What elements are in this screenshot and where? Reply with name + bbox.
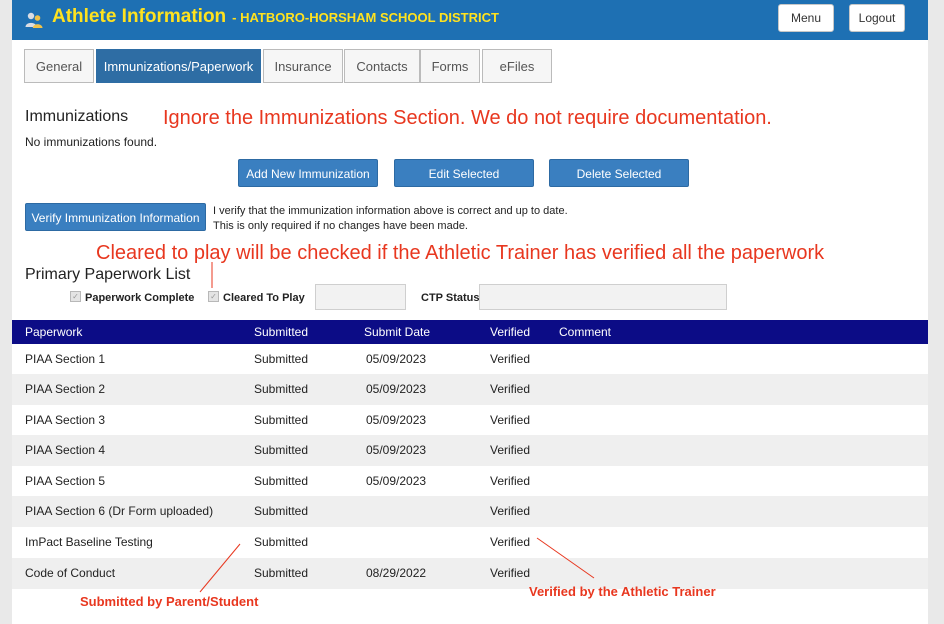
- cell-paperwork: PIAA Section 2: [25, 382, 106, 396]
- submitted-annotation: Submitted by Parent/Student: [80, 594, 259, 609]
- page-frame: Athlete Information - HATBORO-HORSHAM SCH…: [12, 0, 928, 624]
- verify-note-line-1: I verify that the immunization informati…: [213, 205, 568, 217]
- table-row: ImPact Baseline Testing Submitted Verifi…: [12, 527, 928, 558]
- table-row: PIAA Section 6 (Dr Form uploaded) Submit…: [12, 496, 928, 527]
- tab-general[interactable]: General: [24, 49, 94, 83]
- cell-verified: Verified: [490, 474, 531, 488]
- cell-submitted: Submitted: [254, 474, 309, 488]
- ctp-status-field: [479, 284, 727, 310]
- cell-submit-date: 05/09/2023: [366, 443, 427, 457]
- cell-verified: Verified: [490, 352, 531, 366]
- app-header: Athlete Information - HATBORO-HORSHAM SCH…: [12, 0, 928, 40]
- cell-paperwork: Code of Conduct: [25, 566, 116, 580]
- table-row: PIAA Section 4 Submitted 05/09/2023 Veri…: [12, 435, 928, 466]
- cell-submitted: Submitted: [254, 566, 309, 580]
- cell-verified: Verified: [490, 382, 531, 396]
- delete-selected-button[interactable]: Delete Selected: [549, 159, 689, 187]
- column-comment: Comment: [559, 325, 612, 339]
- paperwork-table-header: Paperwork Submitted Submit Date Verified…: [12, 320, 928, 344]
- paperwork-heading: Primary Paperwork List: [25, 266, 191, 283]
- cell-paperwork: PIAA Section 6 (Dr Form uploaded): [25, 504, 214, 518]
- tab-forms[interactable]: Forms: [420, 49, 480, 83]
- cleared-annotation: Cleared to play will be checked if the A…: [96, 242, 825, 264]
- column-verified: Verified: [490, 325, 531, 339]
- immunizations-annotation: Ignore the Immunizations Section. We do …: [163, 107, 772, 129]
- verified-annotation: Verified by the Athletic Trainer: [529, 584, 716, 599]
- tab-efiles[interactable]: eFiles: [482, 49, 552, 83]
- cell-verified: Verified: [490, 566, 531, 580]
- cell-submitted: Submitted: [254, 413, 309, 427]
- edit-selected-button[interactable]: Edit Selected: [394, 159, 534, 187]
- add-immunization-button[interactable]: Add New Immunization: [238, 159, 378, 187]
- cell-paperwork: PIAA Section 4: [25, 443, 106, 457]
- cell-submit-date: 05/09/2023: [366, 352, 427, 366]
- verify-note-line-2: This is only required if no changes have…: [213, 220, 468, 232]
- cell-submit-date: 08/29/2022: [366, 566, 427, 580]
- table-row: PIAA Section 5 Submitted 05/09/2023 Veri…: [12, 466, 928, 497]
- cell-submitted: Submitted: [254, 535, 309, 549]
- cell-submit-date: 05/09/2023: [366, 382, 427, 396]
- cleared-to-play-field: [315, 284, 406, 310]
- verify-immunization-button[interactable]: Verify Immunization Information: [25, 203, 206, 231]
- menu-button[interactable]: Menu: [778, 4, 834, 32]
- cell-submit-date: 05/09/2023: [366, 474, 427, 488]
- table-row: Code of Conduct Submitted 08/29/2022 Ver…: [12, 558, 928, 589]
- cell-submitted: Submitted: [254, 504, 309, 518]
- column-submit-date: Submit Date: [364, 325, 431, 339]
- cell-submitted: Submitted: [254, 443, 309, 457]
- ctp-status-label: CTP Status: [421, 292, 480, 304]
- cell-paperwork: PIAA Section 3: [25, 413, 106, 427]
- cell-verified: Verified: [490, 504, 531, 518]
- cleared-to-play-label: Cleared To Play: [223, 292, 305, 304]
- page-title: Athlete Information - HATBORO-HORSHAM SCH…: [52, 6, 499, 28]
- column-submitted: Submitted: [254, 325, 309, 339]
- cell-verified: Verified: [490, 443, 531, 457]
- immunizations-heading: Immunizations: [25, 108, 129, 125]
- no-immunizations-text: No immunizations found.: [25, 135, 158, 149]
- cell-submit-date: 05/09/2023: [366, 413, 427, 427]
- cell-verified: Verified: [490, 413, 531, 427]
- district-name: - HATBORO-HORSHAM SCHOOL DISTRICT: [232, 10, 499, 25]
- cleared-to-play-checkbox[interactable]: ✓: [208, 291, 219, 302]
- table-row: PIAA Section 1 Submitted 05/09/2023 Veri…: [12, 344, 928, 375]
- cell-paperwork: PIAA Section 1: [25, 352, 106, 366]
- table-row: PIAA Section 2 Submitted 05/09/2023 Veri…: [12, 374, 928, 405]
- tab-contacts[interactable]: Contacts: [344, 49, 420, 83]
- cell-paperwork: PIAA Section 5: [25, 474, 106, 488]
- table-row: PIAA Section 3 Submitted 05/09/2023 Veri…: [12, 405, 928, 436]
- athletes-icon: [25, 12, 43, 28]
- tab-immunizations-paperwork[interactable]: Immunizations/Paperwork: [96, 49, 261, 83]
- cell-paperwork: ImPact Baseline Testing: [25, 535, 153, 549]
- cell-submitted: Submitted: [254, 352, 309, 366]
- page-title-text: Athlete Information: [52, 6, 227, 27]
- cell-submitted: Submitted: [254, 382, 309, 396]
- column-paperwork: Paperwork: [25, 325, 83, 339]
- logout-button[interactable]: Logout: [849, 4, 905, 32]
- cell-verified: Verified: [490, 535, 531, 549]
- paperwork-complete-label: Paperwork Complete: [85, 292, 195, 304]
- paperwork-complete-checkbox[interactable]: ✓: [70, 291, 81, 302]
- tab-insurance[interactable]: Insurance: [263, 49, 343, 83]
